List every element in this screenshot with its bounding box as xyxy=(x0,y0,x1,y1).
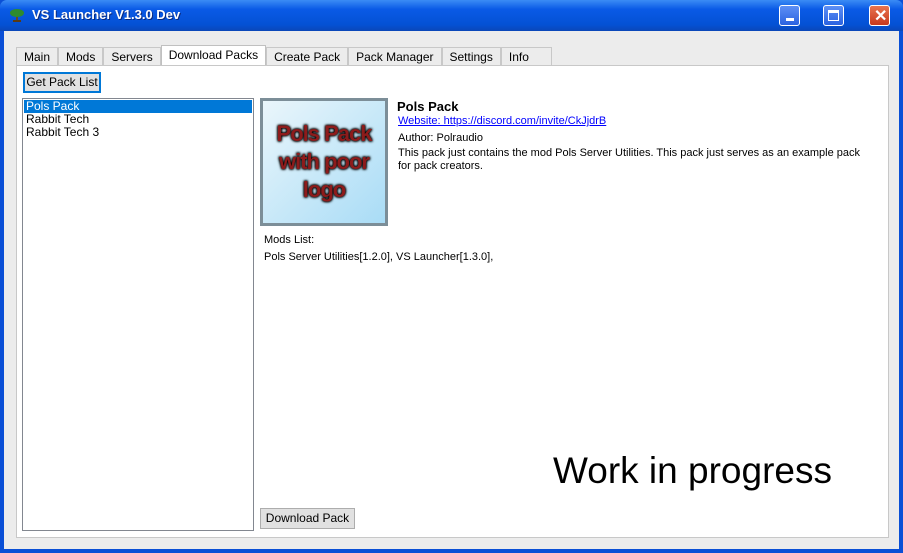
pack-author: Author: Polraudio xyxy=(398,132,483,144)
tab-servers[interactable]: Servers xyxy=(103,47,161,66)
tab-strip: Main Mods Servers Download Packs Create … xyxy=(16,45,552,66)
tree-app-icon xyxy=(10,9,24,22)
maximize-button[interactable] xyxy=(823,5,844,26)
tab-settings[interactable]: Settings xyxy=(441,47,501,66)
minimize-icon xyxy=(786,18,794,21)
title-bar: VS Launcher V1.3.0 Dev ✕ xyxy=(0,0,903,31)
tab-pack-manager[interactable]: Pack Manager xyxy=(348,47,442,66)
get-pack-list-button[interactable]: Get Pack List xyxy=(23,72,101,93)
tab-main[interactable]: Main xyxy=(16,47,59,66)
tab-create-pack[interactable]: Create Pack xyxy=(266,47,349,66)
download-packs-panel: Get Pack List Pols Pack Rabbit Tech Rabb… xyxy=(16,65,889,538)
tab-info[interactable]: Info xyxy=(500,47,552,66)
tab-mods[interactable]: Mods xyxy=(58,47,104,66)
close-button[interactable]: ✕ xyxy=(869,5,890,26)
tab-download-packs[interactable]: Download Packs xyxy=(160,45,267,66)
work-in-progress-label: Work in progress xyxy=(553,450,832,491)
logo-text: Pols Pack xyxy=(276,121,373,146)
pack-logo: Pols Pack with poor logo xyxy=(260,98,388,226)
download-pack-button[interactable]: Download Pack xyxy=(260,508,355,529)
close-icon: ✕ xyxy=(874,8,888,25)
logo-text: with poor xyxy=(279,149,370,174)
list-item[interactable]: Rabbit Tech 3 xyxy=(24,126,252,139)
pack-list[interactable]: Pols Pack Rabbit Tech Rabbit Tech 3 xyxy=(22,98,254,531)
maximize-icon xyxy=(828,10,839,21)
logo-text: logo xyxy=(302,177,346,202)
window-title: VS Launcher V1.3.0 Dev xyxy=(32,7,181,22)
pack-name: Pols Pack xyxy=(397,99,459,114)
pack-description: This pack just contains the mod Pols Ser… xyxy=(398,147,860,172)
mods-list: Pols Server Utilities[1.2.0], VS Launche… xyxy=(264,251,494,263)
window-client: Main Mods Servers Download Packs Create … xyxy=(4,31,899,549)
minimize-button[interactable] xyxy=(779,5,800,26)
mods-list-label: Mods List: xyxy=(264,234,315,246)
website-link[interactable]: Website: https://discord.com/invite/CkJj… xyxy=(398,115,606,127)
